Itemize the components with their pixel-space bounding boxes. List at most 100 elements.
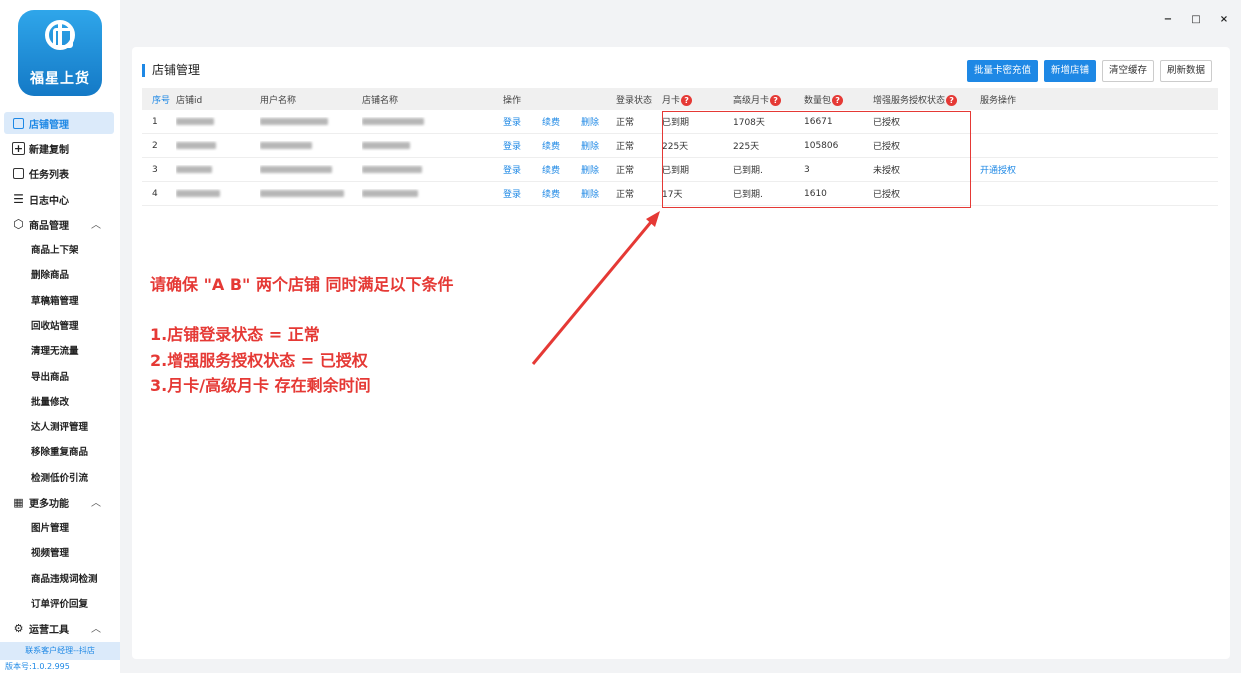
cell-index: 3 (152, 164, 158, 175)
maximize-icon[interactable]: □ (1191, 14, 1201, 25)
sidebar-item-batch-edit[interactable]: 批量修改 (0, 390, 120, 412)
log-icon: ☰ (13, 192, 24, 206)
open-authorization-link[interactable]: 开通授权 (980, 163, 1080, 176)
help-icon[interactable]: ? (832, 94, 844, 106)
renew-link[interactable]: 续费 (542, 187, 581, 200)
header-service-actions: 服务操作 (980, 95, 1017, 106)
sidebar-item-operation-tools[interactable]: ⚙ 运营工具 ︿ (0, 617, 120, 639)
sidebar-item-drafts[interactable]: 草稿箱管理 (0, 289, 120, 311)
header-advanced-card: 高级月卡? (733, 93, 804, 106)
sidebar-item-label: 回收站管理 (31, 321, 79, 332)
toolbar: 批量卡密充值 新增店铺 清空缓存 刷新数据 (966, 60, 1212, 82)
cell-shop-name-redacted (362, 141, 503, 151)
version-label: 版本号:1.0.2.995 (5, 662, 70, 671)
cell-login-status: 正常 (616, 142, 635, 152)
header-shop-name: 店铺名称 (362, 95, 399, 106)
renew-link[interactable]: 续费 (542, 163, 581, 176)
sidebar-item-listing[interactable]: 商品上下架 (0, 238, 120, 260)
cell-shop-name-redacted (362, 117, 503, 127)
sidebar-item-shop-management[interactable]: 店铺管理 (4, 112, 114, 134)
sidebar-item-label: 达人测评管理 (31, 422, 89, 433)
sidebar-item-product-management[interactable]: ⬡ 商品管理 ︿ (0, 213, 120, 235)
help-icon[interactable]: ? (770, 94, 782, 106)
logo-text: 福星上货 (30, 71, 90, 87)
header-actions: 操作 (503, 95, 522, 106)
sidebar-item-video-management[interactable]: 视频管理 (0, 541, 120, 563)
sidebar-item-delete-product[interactable]: 删除商品 (0, 263, 120, 285)
sidebar-item-label: 清理无流量 (31, 346, 79, 357)
sidebar-item-label: 检测低价引流 (31, 473, 89, 484)
sidebar-item-export-products[interactable]: 导出商品 (0, 365, 120, 387)
annotation-headline: 请确保 "A B" 两个店铺 同时满足以下条件 (150, 275, 454, 294)
sidebar-item-label: 图片管理 (31, 523, 70, 534)
sidebar-item-label: 视频管理 (31, 548, 70, 559)
page-title: 店铺管理 (142, 64, 200, 77)
help-icon[interactable]: ? (681, 94, 693, 106)
refresh-data-button[interactable]: 刷新数据 (1159, 60, 1212, 82)
cell-shop-id-redacted (176, 117, 260, 127)
sidebar-item-recycle-bin[interactable]: 回收站管理 (0, 314, 120, 336)
header-login-status: 登录状态 (616, 95, 653, 106)
sidebar-item-label: 订单评价回复 (31, 599, 89, 610)
close-icon[interactable]: × (1219, 14, 1229, 25)
app-logo: 福星上货 (18, 10, 102, 96)
add-shop-button[interactable]: 新增店铺 (1043, 60, 1096, 82)
chevron-up-icon: ︿ (91, 498, 101, 509)
clear-cache-button[interactable]: 清空缓存 (1101, 60, 1154, 82)
cell-login-status: 正常 (616, 118, 635, 128)
sidebar-item-image-management[interactable]: 图片管理 (0, 516, 120, 538)
sidebar-item-new-copy[interactable]: + 新建复制 (0, 137, 120, 159)
batch-card-recharge-button[interactable]: 批量卡密充值 (966, 60, 1038, 82)
header-quota: 数量包? (804, 93, 873, 106)
shop-icon (12, 117, 25, 130)
delete-link[interactable]: 删除 (581, 187, 616, 200)
annotation-condition-2: 2.增强服务授权状态 = 已授权 (150, 351, 368, 370)
sidebar-item-low-price-check[interactable]: 检测低价引流 (0, 466, 120, 488)
header-user-name: 用户名称 (260, 95, 297, 106)
sidebar-item-clean-no-traffic[interactable]: 清理无流量 (0, 339, 120, 361)
cell-shop-id-redacted (176, 141, 260, 151)
header-auth-status: 增强服务授权状态? (873, 93, 980, 106)
delete-link[interactable]: 删除 (581, 163, 616, 176)
cell-user-name-redacted (260, 141, 362, 151)
header-label: 数量包 (804, 95, 832, 106)
help-icon[interactable]: ? (946, 94, 958, 106)
header-shop-id: 店铺id (176, 95, 203, 106)
sidebar-item-label: 更多功能 (29, 498, 69, 510)
sidebar-item-task-list[interactable]: 任务列表 (0, 162, 120, 184)
delete-link[interactable]: 删除 (581, 115, 616, 128)
cell-shop-name-redacted (362, 165, 503, 175)
cube-icon: ⬡ (13, 217, 24, 231)
cell-index: 4 (152, 188, 158, 199)
sidebar-item-more-features[interactable]: ▦ 更多功能 ︿ (0, 491, 120, 513)
sidebar-item-label: 运营工具 (29, 624, 69, 636)
login-link[interactable]: 登录 (503, 187, 542, 200)
delete-link[interactable]: 删除 (581, 139, 616, 152)
sidebar-item-label: 任务列表 (29, 169, 69, 181)
annotation-condition-1: 1.店铺登录状态 = 正常 (150, 325, 320, 344)
sidebar-item-remove-duplicates[interactable]: 移除重复商品 (0, 440, 120, 462)
sidebar-item-label: 批量修改 (31, 397, 70, 408)
login-link[interactable]: 登录 (503, 163, 542, 176)
sidebar-item-review-reply[interactable]: 订单评价回复 (0, 592, 120, 614)
login-link[interactable]: 登录 (503, 139, 542, 152)
login-link[interactable]: 登录 (503, 115, 542, 128)
cell-shop-id-redacted (176, 165, 260, 175)
header-index: 序号 (152, 95, 171, 106)
sidebar-item-influencer-review[interactable]: 达人测评管理 (0, 415, 120, 437)
minimize-icon[interactable]: − (1163, 14, 1173, 25)
renew-link[interactable]: 续费 (542, 115, 581, 128)
chevron-up-icon: ︿ (91, 624, 101, 635)
window-controls: − □ × (1163, 14, 1229, 25)
contact-account-manager[interactable]: 联系客户经理--抖店 (0, 642, 120, 660)
chevron-up-icon: ︿ (91, 220, 101, 231)
annotation-condition-3: 3.月卡/高级月卡 存在剩余时间 (150, 376, 371, 395)
renew-link[interactable]: 续费 (542, 139, 581, 152)
plus-square-icon: + (12, 141, 25, 155)
header-label: 增强服务授权状态 (873, 95, 946, 106)
sidebar-item-log-center[interactable]: ☰ 日志中心 (0, 188, 120, 210)
sidebar-item-violation-check[interactable]: 商品违规词检测 (0, 567, 120, 589)
cell-shop-id-redacted (176, 189, 260, 199)
annotation-highlight-box (662, 111, 971, 208)
header-monthly-card: 月卡? (662, 93, 733, 106)
